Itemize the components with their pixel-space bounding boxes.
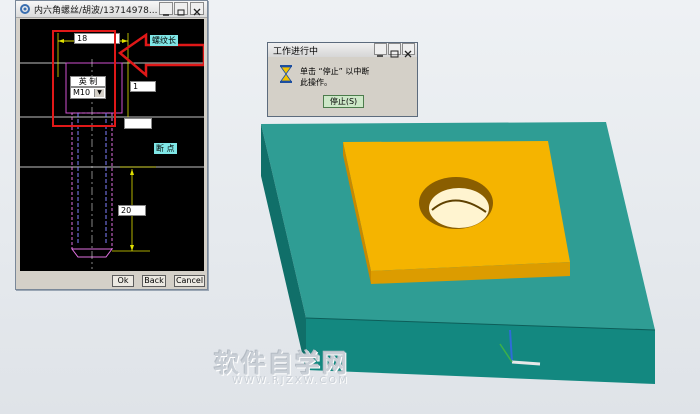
restore-button[interactable] (174, 2, 188, 16)
hourglass-icon (280, 65, 292, 83)
red-highlight-box (52, 30, 116, 127)
progress-title: 工作进行中 (273, 47, 319, 57)
minimize-icon (163, 14, 169, 16)
close-icon (404, 50, 412, 58)
progress-dialog: 工作进行中 单击 “停止” 以中断 此操作。 停止(S) (267, 42, 418, 117)
break-point-label: 断 点 (154, 143, 177, 154)
progress-message: 单击 “停止” 以中断 此操作。 (300, 66, 410, 88)
progress-minimize-button[interactable] (374, 43, 387, 57)
minimize-button[interactable] (159, 2, 173, 16)
dialog-titlebar[interactable]: 内六角螺丝/胡波/13714978... (16, 1, 207, 18)
progress-close-button[interactable] (402, 43, 415, 58)
progress-maximize-button[interactable] (388, 43, 401, 58)
minimize-icon (377, 55, 383, 57)
bottom-dim-field[interactable]: 20 (118, 205, 146, 216)
progress-titlebar[interactable]: 工作进行中 (268, 43, 417, 58)
ok-button[interactable]: Ok (112, 275, 134, 287)
small-dim-field[interactable] (124, 118, 152, 129)
stop-button[interactable]: 停止(S) (323, 95, 364, 108)
thread-length-label: 螺纹长 (150, 35, 178, 46)
right-dim-field[interactable]: 1 (130, 81, 156, 92)
cancel-button[interactable]: Cancel (174, 275, 205, 287)
restore-icon (177, 9, 185, 16)
maximize-icon (390, 50, 399, 58)
bolt-dialog: 内六角螺丝/胡波/13714978... 18 螺纹长 英 制 M10 ▼ 1 … (15, 0, 208, 290)
watermark-url: WWW.RJZXW.COM (232, 375, 349, 386)
back-button[interactable]: Back (142, 275, 166, 287)
progress-message-line2: 此操作。 (300, 78, 332, 87)
dialog-title: 内六角螺丝/胡波/13714978... (34, 6, 158, 16)
app-gear-icon (20, 4, 30, 14)
close-icon (193, 8, 201, 16)
progress-message-line1: 单击 “停止” 以中断 (300, 67, 370, 76)
close-button[interactable] (190, 2, 204, 16)
